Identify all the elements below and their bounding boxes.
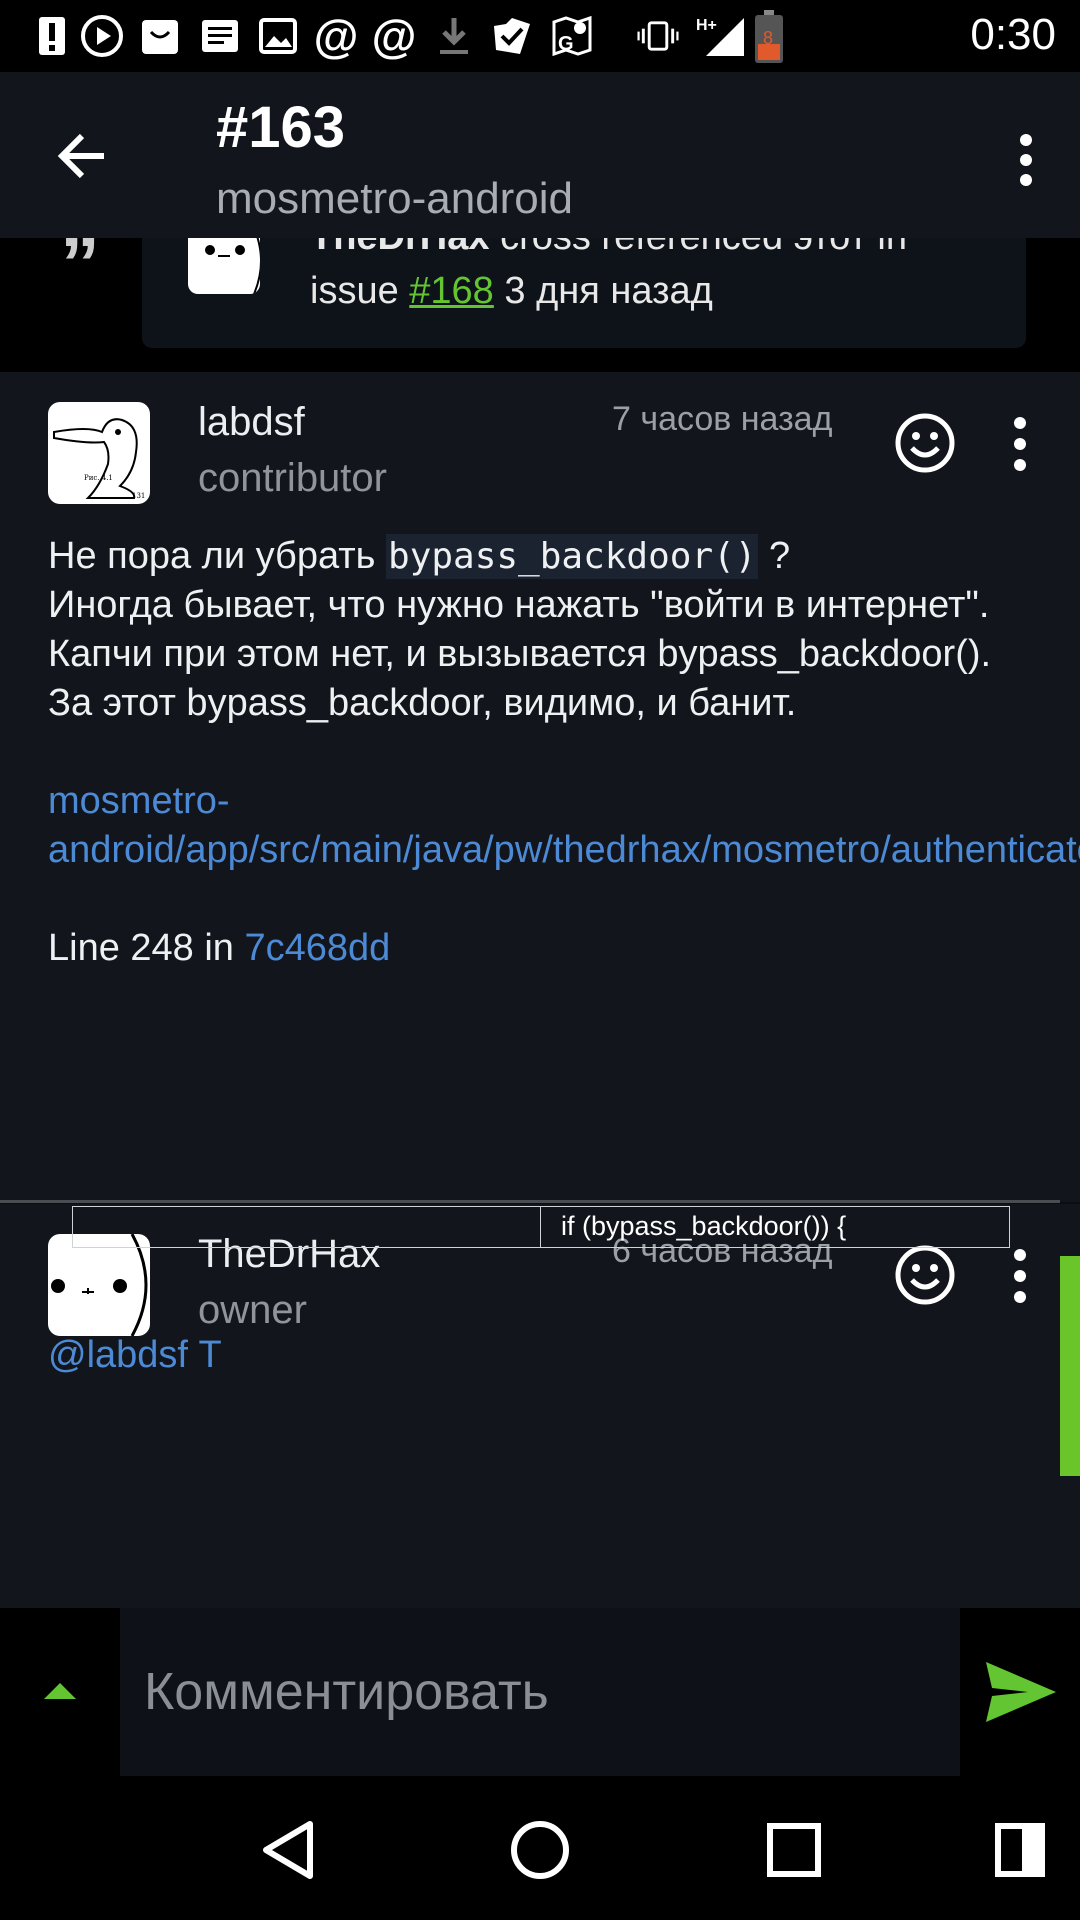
- quote-icon: ”: [60, 238, 100, 308]
- back-triangle-icon: [263, 1821, 313, 1879]
- event-text: TheDrHax cross referenced этот in: [310, 238, 907, 259]
- divider: [0, 1200, 1060, 1203]
- scrollbar[interactable]: [1060, 1256, 1080, 1476]
- event-action: cross referenced этот in: [500, 238, 907, 258]
- send-button[interactable]: [980, 1658, 1060, 1726]
- system-nav-bar: [0, 1776, 1080, 1920]
- more-vert-icon: [1014, 417, 1026, 471]
- svg-text:G: G: [558, 33, 574, 55]
- body-text: ?: [758, 535, 791, 577]
- line-prefix: Line 248 in: [48, 927, 245, 969]
- at-icon: @: [371, 10, 417, 62]
- code-snippet: if (bypass_backdoor()) {: [72, 1206, 1010, 1248]
- home-circle-icon: [511, 1821, 569, 1879]
- maps-icon: G: [550, 14, 594, 58]
- reaction-button[interactable]: [894, 412, 956, 474]
- send-icon: [986, 1662, 1056, 1722]
- nav-back-button[interactable]: [252, 1814, 324, 1886]
- comment-input[interactable]: [120, 1608, 960, 1776]
- comment-body: Не пора ли убрать bypass_backdoor() ? Ин…: [48, 532, 1080, 973]
- issue-link[interactable]: #168: [409, 270, 494, 312]
- status-bar: @ @ G H+ 8 0:30: [0, 0, 1080, 72]
- comment-overflow-button[interactable]: [1008, 416, 1032, 472]
- inline-code: bypass_backdoor(): [386, 534, 759, 579]
- avatar[interactable]: [48, 1234, 150, 1336]
- vibrate-icon: [636, 14, 680, 58]
- comment-timestamp: 7 часов назад: [612, 400, 833, 438]
- play-icon: [80, 14, 124, 58]
- more-vert-icon: [1020, 134, 1032, 186]
- app-bar: #163 mosmetro-android: [0, 72, 1080, 238]
- body-text: Не пора ли убрать: [48, 535, 387, 577]
- event-area: ” TheDrHax cross referenced этот in issu…: [0, 238, 1080, 372]
- page-subtitle: mosmetro-android: [216, 174, 574, 223]
- overflow-menu-button[interactable]: [1006, 132, 1046, 188]
- code-line: if (bypass_backdoor()) {: [561, 1211, 847, 1241]
- nav-home-button[interactable]: [504, 1814, 576, 1886]
- back-button[interactable]: [52, 124, 116, 188]
- signal-icon: H+: [696, 14, 746, 58]
- event-time: 3 дня назад: [504, 270, 713, 312]
- nav-split-screen-button[interactable]: [984, 1814, 1056, 1886]
- event-text-2: issue #168 3 дня назад: [310, 270, 713, 313]
- alert-icon: [30, 14, 74, 58]
- at-icon: @: [313, 10, 359, 62]
- svg-text:131: 131: [132, 492, 145, 500]
- comment-card: Рис. 4.1 131 labdsf contributor 7 часов н…: [0, 372, 1080, 1202]
- split-screen-icon: [995, 1823, 1045, 1877]
- reaction-button[interactable]: [894, 1244, 956, 1306]
- expand-button[interactable]: [0, 1608, 120, 1776]
- triangle-up-icon: [44, 1683, 76, 1699]
- check-icon: [490, 14, 534, 58]
- smiley-icon: [895, 1245, 955, 1305]
- comment-card: TheDrHax owner 6 часов назад @labdsf Т: [0, 1204, 1080, 1608]
- svg-text:H+: H+: [696, 17, 717, 34]
- body-line: Не пора ли убрать bypass_backdoor() ?: [48, 532, 1038, 581]
- page-title: #163: [216, 95, 346, 160]
- avatar[interactable]: Рис. 4.1 131: [48, 402, 150, 504]
- svg-text:8: 8: [763, 28, 773, 48]
- more-vert-icon: [1014, 1249, 1026, 1303]
- event-prefix: issue: [310, 270, 399, 312]
- download-icon: [432, 14, 476, 58]
- arrow-left-icon: [57, 133, 104, 179]
- svg-text:Рис. 4.1: Рис. 4.1: [84, 474, 113, 482]
- notes-icon: [198, 14, 242, 58]
- comment-author[interactable]: labdsf: [198, 400, 305, 445]
- body-line: Иногда бывает, что нужно нажать "войти в…: [48, 584, 990, 626]
- line-number-cell: [73, 1207, 541, 1247]
- avatar[interactable]: [188, 238, 260, 294]
- recents-square-icon: [767, 1823, 821, 1877]
- file-link[interactable]: mosmetro-android/app/src/main/java/pw/th…: [48, 777, 1080, 875]
- comment-overflow-button[interactable]: [1008, 1248, 1032, 1304]
- battery-icon: 8: [752, 10, 786, 64]
- author-role: contributor: [198, 456, 387, 500]
- comment-body-partial: @labdsf Т: [48, 1334, 222, 1376]
- body-line: Капчи при этом нет, и вызывается bypass_…: [48, 633, 992, 724]
- image-icon: [256, 14, 300, 58]
- nav-recents-button[interactable]: [758, 1814, 830, 1886]
- smiley-icon: [895, 413, 955, 473]
- timeline[interactable]: ” TheDrHax cross referenced этот in issu…: [0, 238, 1080, 1608]
- commit-link[interactable]: 7c468dd: [245, 927, 391, 969]
- clock: 0:30: [970, 10, 1056, 59]
- bag-icon: [138, 14, 182, 58]
- line-reference: Line 248 in 7c468dd: [48, 924, 1038, 973]
- event-actor[interactable]: TheDrHax: [310, 238, 490, 258]
- comment-composer: [0, 1608, 1080, 1776]
- author-role: owner: [198, 1288, 307, 1332]
